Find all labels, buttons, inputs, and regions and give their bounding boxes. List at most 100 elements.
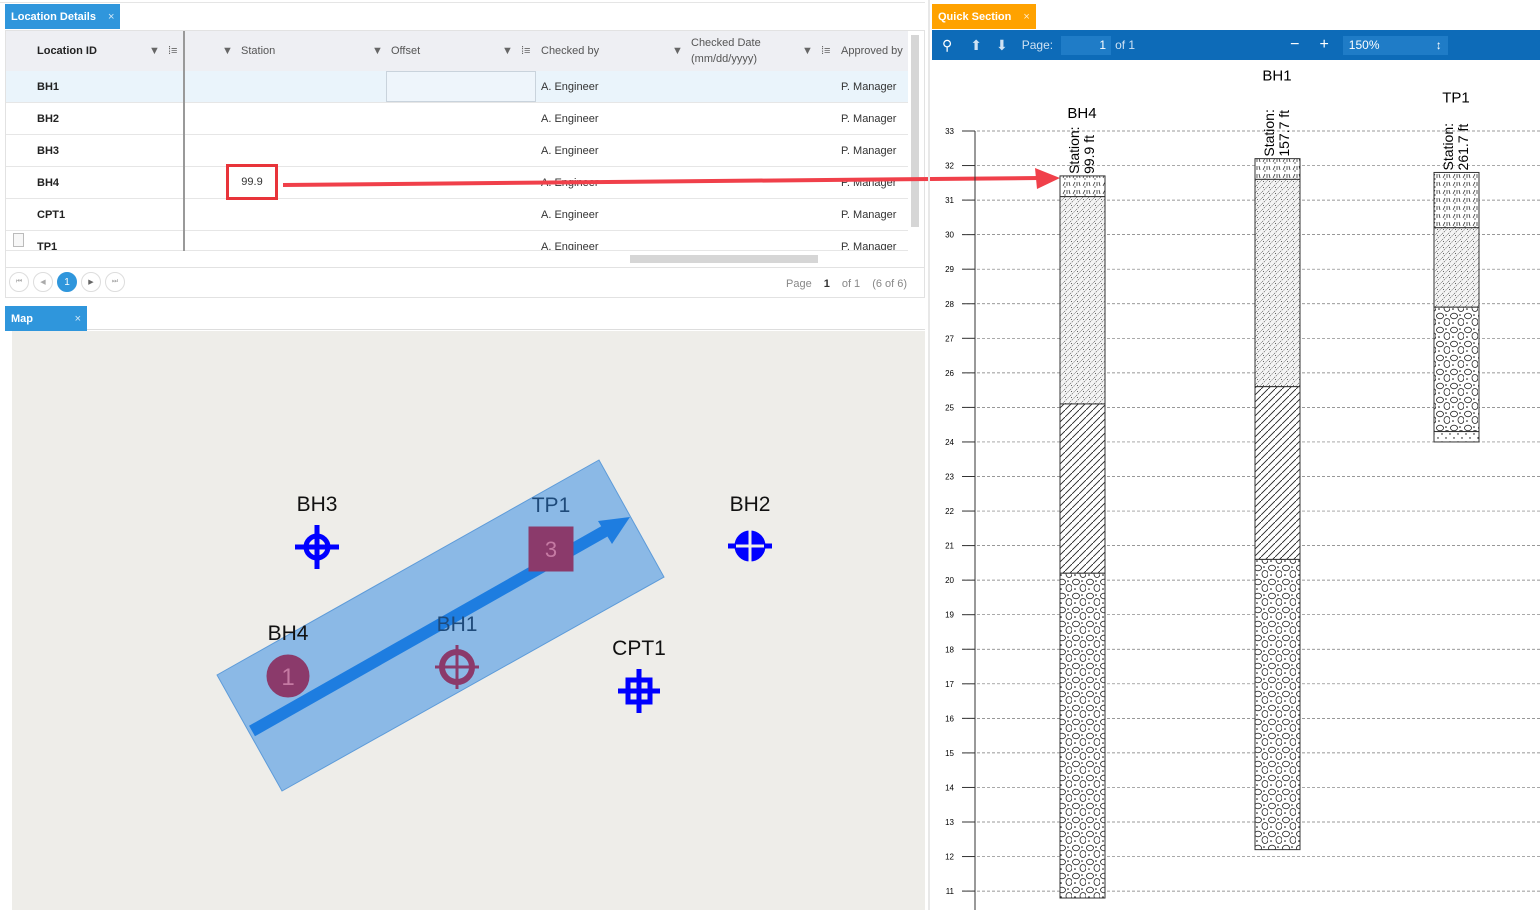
prev-page-button[interactable]: ◀ <box>33 272 53 292</box>
station-value: 157.7 ft <box>1276 110 1292 157</box>
filter-icon[interactable]: ▼ <box>672 31 683 71</box>
panel-splitter[interactable] <box>928 0 930 910</box>
col-location-id[interactable]: Location ID <box>37 31 97 71</box>
layer-topsoil <box>1254 158 1301 180</box>
tab-map[interactable]: Map × <box>5 306 87 331</box>
column-menu-icon[interactable]: ⁞≡ <box>821 31 830 71</box>
table-row[interactable]: CPT1 A. Engineer P. Manager <box>6 199 908 231</box>
column-menu-icon[interactable]: ⁞≡ <box>168 31 177 71</box>
arrow-up-icon[interactable]: ⬆ <box>970 37 982 54</box>
y-tick-label: 24 <box>945 438 954 447</box>
col-station[interactable]: Station <box>241 31 275 71</box>
page-input[interactable]: 1 <box>1061 35 1112 55</box>
tab-quick-section[interactable]: Quick Section × <box>932 4 1036 29</box>
record-count: (6 of 6) <box>872 278 908 290</box>
last-page-button[interactable]: ⏭ <box>105 272 125 292</box>
layer-sand <box>1433 431 1480 443</box>
filter-icon[interactable]: ▼ <box>372 31 383 71</box>
cell-location-id[interactable]: BH2 <box>37 103 59 134</box>
zoom-in-button[interactable]: + <box>1319 36 1328 54</box>
station-value: 99.9 <box>241 176 263 188</box>
layer-topsoil <box>1433 171 1480 229</box>
log-bh1[interactable]: BH1 Station:157.7 ft <box>1254 68 1301 851</box>
station-label: Station:157.7 ft <box>1261 109 1292 156</box>
cell-checked-by[interactable]: A. Engineer <box>541 103 598 134</box>
y-tick-label: 15 <box>945 749 954 758</box>
table-row[interactable]: TP1 A. Engineer P. Manager <box>6 231 908 251</box>
table-row[interactable]: BH2 A. Engineer P. Manager <box>6 103 908 135</box>
filter-icon[interactable]: ▼ <box>149 31 160 71</box>
next-page-button[interactable]: ▶ <box>81 272 101 292</box>
y-tick-label: 33 <box>945 127 954 136</box>
cell-approved-by[interactable]: P. Manager <box>841 71 896 102</box>
column-menu-icon[interactable]: ⁞≡ <box>521 31 530 71</box>
log-tp1[interactable]: TP1 Station:261.7 ft <box>1433 89 1480 443</box>
cell-checked-by[interactable]: A. Engineer <box>541 231 598 251</box>
map-view[interactable]: 1 3 BH3 TP1 BH2 BH4 BH1 CPT1 <box>5 331 925 910</box>
cell-checked-by[interactable]: A. Engineer <box>541 71 598 102</box>
station-label: Station:261.7 ft <box>1440 123 1471 170</box>
first-page-button[interactable]: ⏮ <box>9 272 29 292</box>
pager-info: Page 1 of 1 (6 of 6) <box>786 278 907 290</box>
log-bh4[interactable]: BH4 Station:99.9 ft <box>1059 105 1106 899</box>
station-highlight: 99.9 <box>226 164 278 200</box>
tab-title: Map <box>11 312 33 325</box>
table-row[interactable]: BH3 A. Engineer P. Manager <box>6 135 908 167</box>
cell-location-id[interactable]: CPT1 <box>37 199 65 230</box>
search-icon[interactable]: ⚲ <box>942 37 952 54</box>
filter-icon[interactable]: ▼ <box>502 31 513 71</box>
layer-gravel <box>1433 306 1480 433</box>
cell-approved-by[interactable]: P. Manager <box>841 103 896 134</box>
y-tick-label: 11 <box>946 887 955 896</box>
col-checked-date[interactable]: Checked Date (mm/dd/yyyy) <box>691 31 761 71</box>
close-icon[interactable]: × <box>1023 11 1029 23</box>
horizontal-scrollbar[interactable] <box>630 255 818 263</box>
y-tick-label: 12 <box>945 853 954 862</box>
cell-checked-by[interactable]: A. Engineer <box>541 199 598 230</box>
col-offset[interactable]: Offset <box>391 31 420 71</box>
cell-approved-by[interactable]: P. Manager <box>841 231 896 251</box>
filter-icon[interactable]: ▼ <box>222 31 233 71</box>
offset-editor[interactable] <box>386 71 536 102</box>
y-tick-label: 19 <box>945 611 954 620</box>
section-chart: 33 32 31 30 29 28 27 26 25 24 23 22 21 20 19 18 17 16 15 14… <box>945 68 1540 910</box>
map-label-cpt1: CPT1 <box>612 637 666 660</box>
header-line: Checked Date <box>691 37 761 49</box>
tab-title: Location Details <box>11 10 96 23</box>
log-title: TP1 <box>1442 89 1470 106</box>
table-row[interactable]: BH1 A. Engineer P. Manager <box>6 71 908 103</box>
arrow-down-icon[interactable]: ⬇ <box>996 37 1008 54</box>
station-caption: Station: <box>1261 109 1277 156</box>
map-label-bh1: BH1 <box>437 613 478 636</box>
col-checked-by[interactable]: Checked by <box>541 31 599 71</box>
page-1-button[interactable]: 1 <box>57 272 77 292</box>
vertical-scrollbar[interactable] <box>911 35 919 227</box>
y-tick-label: 17 <box>945 680 954 689</box>
cell-approved-by[interactable]: P. Manager <box>841 199 896 230</box>
page-label: Page <box>786 278 812 290</box>
cell-location-id[interactable]: BH4 <box>37 167 59 198</box>
y-tick-label: 25 <box>945 403 954 412</box>
zoom-out-button[interactable]: − <box>1290 36 1299 54</box>
cell-approved-by[interactable]: P. Manager <box>841 135 896 166</box>
close-icon[interactable]: × <box>75 313 81 325</box>
layer-silt <box>1254 178 1301 388</box>
frozen-column-divider <box>183 31 185 251</box>
svg-text:1: 1 <box>281 664 294 691</box>
filter-icon[interactable]: ▼ <box>802 31 813 71</box>
svg-text:3: 3 <box>545 537 557 562</box>
map-label-bh2: BH2 <box>730 493 771 516</box>
close-icon[interactable]: × <box>108 11 114 23</box>
cell-checked-by[interactable]: A. Engineer <box>541 135 598 166</box>
tab-location-details[interactable]: Location Details × <box>5 4 121 29</box>
location-grid: Location ID ▼ ⁞≡ ▼ Station ▼ Offset ▼ ⁞≡… <box>5 30 925 298</box>
y-tick-label: 22 <box>945 507 954 516</box>
cell-location-id[interactable]: BH3 <box>37 135 59 166</box>
col-approved-by[interactable]: Approved by <box>841 31 903 71</box>
y-tick-label: 28 <box>945 300 954 309</box>
zoom-select[interactable]: 150% ↕ <box>1342 35 1448 55</box>
page-of: of 1 <box>841 278 861 290</box>
y-tick-label: 27 <box>945 334 954 343</box>
cell-location-id[interactable]: TP1 <box>37 231 57 251</box>
cell-location-id[interactable]: BH1 <box>37 71 59 102</box>
